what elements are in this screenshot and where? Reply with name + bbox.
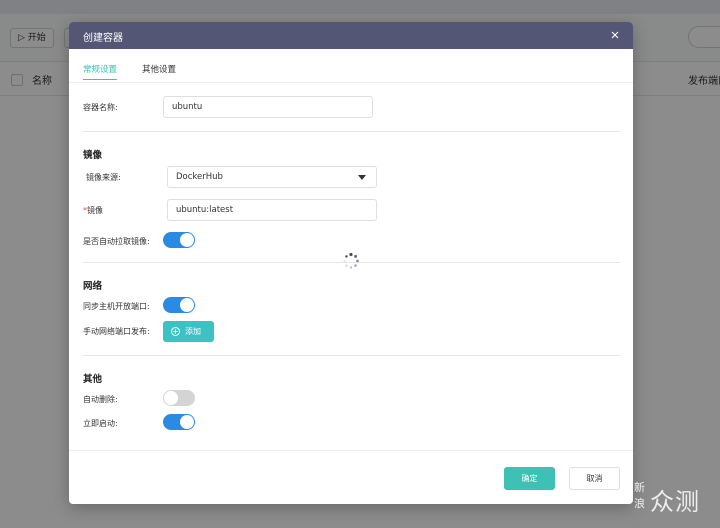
dialog-header: 创建容器 — [69, 22, 633, 49]
create-container-dialog: 创建容器 常规设置 其他设置 容器名称: ubuntu 镜像 镜像来源: Doc… — [69, 22, 633, 504]
plus-circle-icon: + — [171, 327, 180, 336]
toggle-knob — [164, 391, 178, 405]
close-button[interactable] — [607, 27, 623, 43]
image-source-label: 镜像来源: — [86, 173, 121, 182]
toggle-knob — [180, 233, 194, 247]
image-source-value: DockerHub — [176, 172, 223, 182]
image-section-title: 镜像 — [83, 150, 103, 161]
auto-pull-toggle[interactable] — [163, 232, 195, 248]
image-label: *镜像 — [83, 205, 103, 216]
container-name-input[interactable]: ubuntu — [163, 96, 373, 118]
sync-ports-toggle[interactable] — [163, 297, 195, 313]
dialog-title: 创建容器 — [83, 33, 123, 44]
dialog-footer: 确定 取消 — [69, 450, 633, 504]
toggle-knob — [180, 415, 194, 429]
add-port-label: 添加 — [185, 327, 201, 336]
auto-remove-label: 自动删除: — [83, 395, 118, 404]
watermark-big-text: 众测 — [650, 488, 700, 516]
loading-spinner-icon — [343, 252, 359, 269]
cancel-button[interactable]: 取消 — [569, 467, 620, 490]
watermark: 新浪 众测 — [634, 476, 718, 520]
image-source-select[interactable]: DockerHub — [167, 166, 377, 188]
sync-ports-label: 同步主机开放端口: — [83, 302, 150, 311]
divider — [83, 355, 620, 356]
close-icon — [611, 31, 619, 39]
toggle-knob — [180, 298, 194, 312]
container-name-label: 容器名称: — [83, 103, 118, 112]
auto-remove-toggle[interactable] — [163, 390, 195, 406]
image-label-text: 镜像 — [87, 206, 103, 215]
image-input[interactable]: ubuntu:latest — [167, 199, 377, 221]
start-now-toggle[interactable] — [163, 414, 195, 430]
start-now-label: 立即启动: — [83, 419, 118, 428]
add-port-button[interactable]: + 添加 — [163, 321, 214, 342]
caret-down-icon — [358, 175, 366, 180]
auto-pull-label: 是否自动拉取镜像: — [83, 237, 150, 246]
manual-ports-label: 手动网络端口发布: — [83, 327, 150, 336]
other-section-title: 其他 — [83, 374, 103, 385]
tab-other-settings[interactable]: 其他设置 — [142, 63, 176, 79]
network-section-title: 网络 — [83, 281, 103, 292]
divider — [83, 131, 620, 132]
confirm-button[interactable]: 确定 — [504, 467, 555, 490]
tab-general-settings[interactable]: 常规设置 — [83, 63, 118, 80]
dialog-tabs: 常规设置 其他设置 — [69, 49, 633, 83]
watermark-small-text: 新浪 — [634, 481, 645, 510]
